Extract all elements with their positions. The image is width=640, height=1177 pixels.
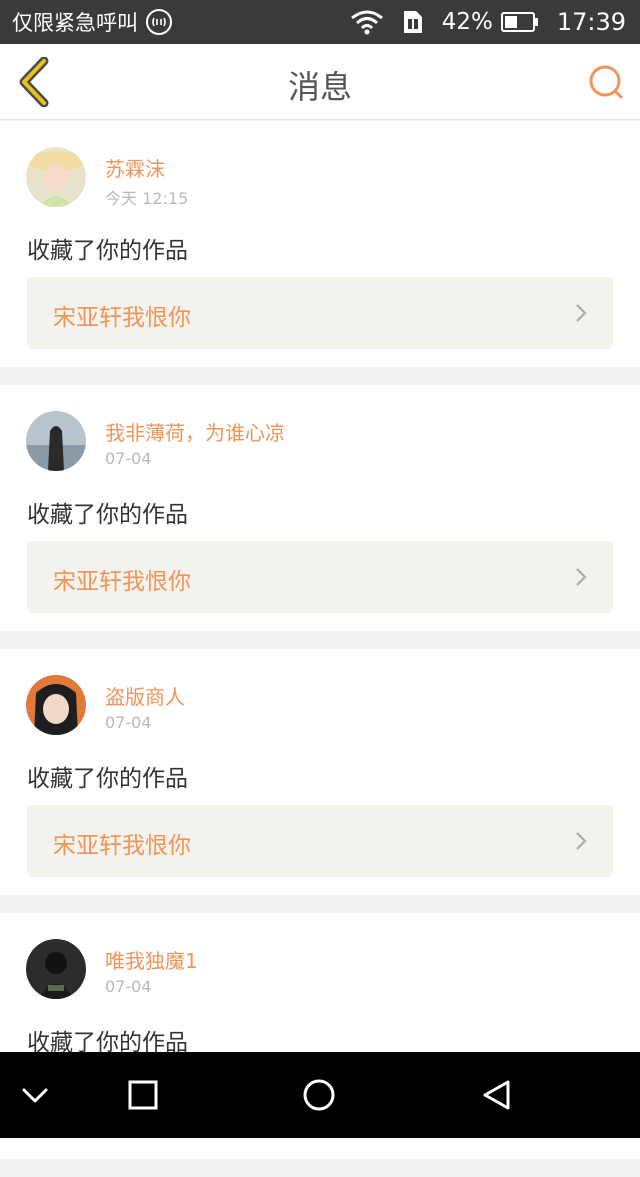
- username[interactable]: 唯我独魔1: [105, 945, 198, 974]
- message-item: 苏霖沫 今天 12:15 收藏了你的作品 宋亚轩我恨你: [0, 121, 640, 367]
- wifi-icon: [350, 10, 383, 35]
- work-link[interactable]: 宋亚轩我恨你: [27, 805, 613, 877]
- work-link[interactable]: 宋亚轩我恨你: [27, 277, 613, 349]
- message-time: 07-04: [105, 713, 152, 732]
- battery-icon: [500, 12, 538, 32]
- message-time: 今天 12:15: [105, 189, 189, 208]
- action-text: 收藏了你的作品: [27, 238, 188, 264]
- message-time: 07-04: [105, 449, 152, 468]
- avatar[interactable]: [26, 675, 86, 735]
- battery-percent: 42%: [441, 9, 493, 35]
- collapse-down-icon[interactable]: [18, 1078, 52, 1112]
- hd-voice-icon: [146, 9, 172, 35]
- username[interactable]: 苏霖沫: [105, 153, 165, 182]
- work-title: 宋亚轩我恨你: [53, 569, 191, 595]
- page-title: 消息: [287, 68, 352, 106]
- work-title: 宋亚轩我恨你: [53, 305, 191, 331]
- action-text: 收藏了你的作品: [27, 766, 188, 792]
- sim-card-icon: [403, 11, 422, 33]
- clock: 17:39: [556, 8, 626, 36]
- back-triangle-icon[interactable]: [480, 1078, 514, 1112]
- app-header: 消息: [0, 44, 640, 120]
- home-circle-icon[interactable]: [302, 1078, 336, 1112]
- avatar[interactable]: [26, 939, 86, 999]
- chevron-right-icon: [576, 304, 587, 322]
- avatar[interactable]: [26, 411, 86, 471]
- search-button[interactable]: [588, 64, 624, 100]
- message-list: 苏霖沫 今天 12:15 收藏了你的作品 宋亚轩我恨你 我非薄荷，为谁心凉 07…: [0, 121, 640, 1177]
- recents-square-icon[interactable]: [126, 1078, 160, 1112]
- chevron-right-icon: [576, 568, 587, 586]
- status-bar: 仅限紧急呼叫 42% 17:39: [0, 0, 640, 44]
- username[interactable]: 盗版商人: [105, 681, 185, 710]
- work-link[interactable]: 宋亚轩我恨你: [27, 541, 613, 613]
- message-item: 盗版商人 07-04 收藏了你的作品 宋亚轩我恨你: [0, 649, 640, 895]
- action-text: 收藏了你的作品: [27, 502, 188, 528]
- message-item: 我非薄荷，为谁心凉 07-04 收藏了你的作品 宋亚轩我恨你: [0, 385, 640, 631]
- message-time: 07-04: [105, 977, 152, 996]
- work-title: 宋亚轩我恨你: [53, 833, 191, 859]
- carrier-text: 仅限紧急呼叫: [12, 11, 138, 35]
- avatar[interactable]: [26, 147, 86, 207]
- username[interactable]: 我非薄荷，为谁心凉: [105, 417, 285, 446]
- chevron-right-icon: [576, 832, 587, 850]
- system-nav-bar: [0, 1052, 640, 1138]
